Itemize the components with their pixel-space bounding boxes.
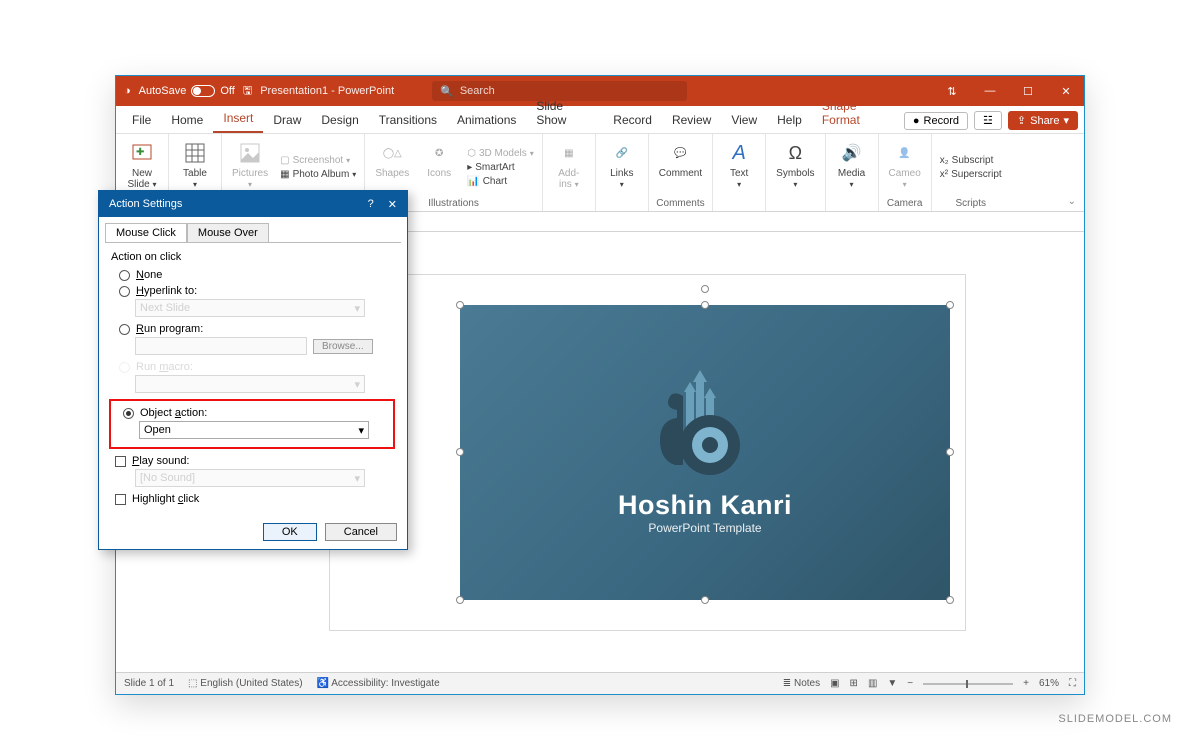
slide-subtitle: PowerPoint Template (648, 521, 761, 535)
tab-shape-format[interactable]: Shape Format (812, 93, 904, 133)
dialog-titlebar[interactable]: Action Settings ? ✕ (99, 191, 407, 217)
tab-animations[interactable]: Animations (447, 107, 526, 133)
action-on-click-label: Action on click (111, 251, 395, 263)
pictures-button[interactable]: Pictures▾ (228, 138, 272, 196)
view-slideshow-icon[interactable]: ▼ (887, 678, 897, 689)
ribbon-tabs: File Home Insert Draw Design Transitions… (116, 106, 1084, 134)
tab-view[interactable]: View (721, 107, 767, 133)
tab-mouse-click[interactable]: Mouse Click (105, 223, 187, 242)
action-settings-dialog: Action Settings ? ✕ Mouse Click Mouse Ov… (98, 190, 408, 550)
embedded-object[interactable]: Hoshin Kanri PowerPoint Template (460, 305, 950, 600)
chart-button[interactable]: 📊 Chart (465, 175, 536, 188)
cameo-button[interactable]: 👤Cameo▾ (885, 138, 925, 196)
view-sorter-icon[interactable]: ⊞ (850, 678, 858, 689)
watermark: SLIDEMODEL.COM (1058, 713, 1172, 725)
zoom-level[interactable]: 61% (1039, 678, 1059, 689)
notes-button[interactable]: ≣ Notes (783, 678, 820, 689)
browse-button[interactable]: Browse... (313, 339, 373, 354)
hoshin-graphic (635, 370, 775, 490)
text-button[interactable]: AText▾ (719, 138, 759, 196)
tab-mouse-over[interactable]: Mouse Over (187, 223, 269, 242)
tab-help[interactable]: Help (767, 107, 812, 133)
rotate-handle[interactable] (701, 285, 709, 293)
photo-album-button[interactable]: ▦ Photo Album ▾ (278, 168, 358, 181)
slide-title: Hoshin Kanri (618, 490, 792, 521)
accessibility-indicator[interactable]: ♿ Accessibility: Investigate (317, 678, 440, 689)
app-icon: ◑ (124, 85, 131, 97)
tab-slideshow[interactable]: Slide Show (526, 93, 603, 133)
dialog-title: Action Settings (109, 198, 182, 210)
smartart-button[interactable]: ▸ SmartArt (465, 161, 536, 174)
icons-button[interactable]: ✪Icons (419, 138, 459, 196)
minimize-button[interactable]: — (980, 85, 1000, 97)
tab-draw[interactable]: Draw (263, 107, 311, 133)
screenshot-button[interactable]: ▢ Screenshot ▾ (278, 154, 358, 167)
tab-design[interactable]: Design (311, 107, 368, 133)
superscript-button[interactable]: x² Superscript (938, 168, 1004, 181)
tab-transitions[interactable]: Transitions (369, 107, 447, 133)
links-button[interactable]: 🔗Links▾ (602, 138, 642, 196)
tab-insert[interactable]: Insert (213, 105, 263, 133)
comments-toggle[interactable]: ☳ (974, 111, 1002, 130)
record-button[interactable]: ● Record (904, 112, 968, 130)
view-reading-icon[interactable]: ▥ (868, 678, 877, 689)
radio-run-macro: Run macro: (119, 361, 395, 373)
autosave-toggle[interactable]: AutoSave Off (139, 85, 235, 97)
run-macro-select: ▾ (135, 375, 365, 393)
radio-none[interactable]: None (119, 269, 395, 281)
slide-indicator: Slide 1 of 1 (124, 678, 174, 689)
share-button[interactable]: ⇪ Share ▾ (1008, 111, 1078, 130)
tab-file[interactable]: File (122, 107, 161, 133)
checkbox-highlight-click[interactable]: Highlight click (115, 493, 395, 505)
3dmodels-button[interactable]: ⬡ 3D Models ▾ (465, 147, 536, 160)
media-button[interactable]: 🔊Media▾ (832, 138, 872, 196)
zoom-in-button[interactable]: + (1023, 678, 1029, 689)
radio-hyperlink[interactable]: Hyperlink to: (119, 285, 395, 297)
view-normal-icon[interactable]: ▣ (830, 678, 839, 689)
hyperlink-select[interactable]: Next Slide▾ (135, 299, 365, 317)
close-button[interactable]: ✕ (1056, 85, 1076, 98)
ok-button[interactable]: OK (263, 523, 317, 541)
comment-button[interactable]: 💬Comment (655, 138, 706, 196)
subscript-button[interactable]: x₂ Subscript (938, 154, 1004, 167)
svg-text:✚: ✚ (136, 147, 144, 158)
language-indicator[interactable]: ⬚ English (United States) (188, 678, 303, 689)
fit-button[interactable]: ⛶ (1069, 678, 1076, 689)
zoom-slider[interactable] (923, 683, 1013, 685)
slide: Hoshin Kanri PowerPoint Template (330, 275, 965, 630)
search-icon: 🔍 (440, 85, 454, 98)
zoom-out-button[interactable]: − (907, 678, 913, 689)
new-slide-button[interactable]: ✚ NewSlide ▾ (122, 138, 162, 196)
highlighted-area: Object action: Open▾ (109, 399, 395, 449)
table-button[interactable]: Table▾ (175, 138, 215, 196)
radio-run-program[interactable]: Run program: (119, 323, 395, 335)
ribbon-collapse-chevron[interactable]: ⌄ (1060, 192, 1084, 211)
addins-button[interactable]: ▦Add-ins ▾ (549, 138, 589, 196)
symbols-button[interactable]: ΩSymbols▾ (772, 138, 818, 196)
checkbox-play-sound[interactable]: Play sound: (115, 455, 395, 467)
object-action-select[interactable]: Open▾ (139, 421, 369, 439)
tab-review[interactable]: Review (662, 107, 721, 133)
shapes-button[interactable]: ◯△Shapes (371, 138, 413, 196)
status-bar: Slide 1 of 1 ⬚ English (United States) ♿… (116, 672, 1084, 694)
save-icon[interactable]: 🖫 (243, 82, 252, 101)
document-title: Presentation1 - PowerPoint (260, 85, 394, 97)
sync-icon[interactable]: ⇅ (942, 85, 962, 98)
radio-object-action[interactable]: Object action: (123, 407, 389, 419)
dialog-help-button[interactable]: ? (368, 198, 374, 211)
tab-record[interactable]: Record (603, 107, 662, 133)
cancel-button[interactable]: Cancel (325, 523, 397, 541)
run-program-input[interactable] (135, 337, 307, 355)
maximize-button[interactable]: ☐ (1018, 85, 1038, 98)
tab-home[interactable]: Home (161, 107, 213, 133)
dialog-close-button[interactable]: ✕ (388, 198, 397, 211)
play-sound-select[interactable]: [No Sound]▾ (135, 469, 365, 487)
